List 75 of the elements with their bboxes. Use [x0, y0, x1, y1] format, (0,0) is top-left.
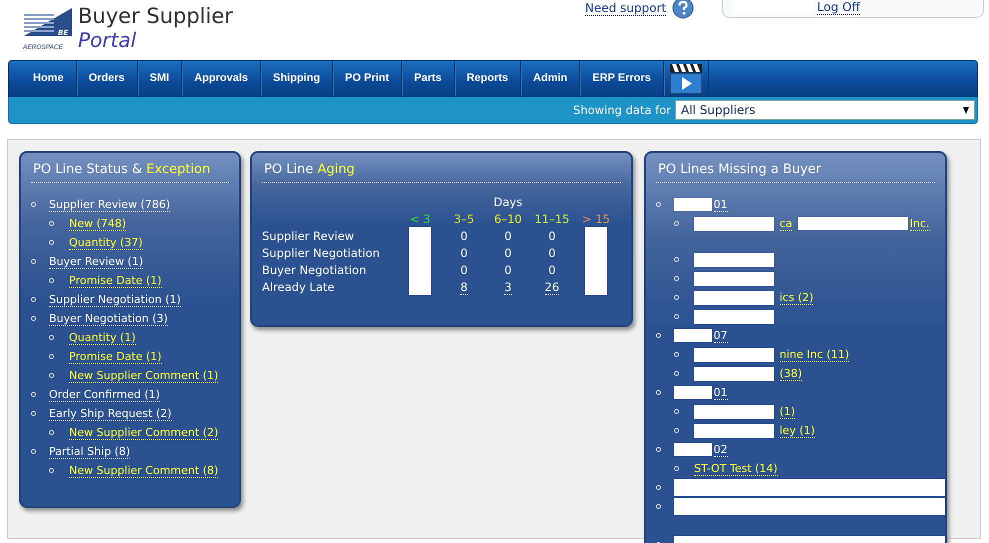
supplier-link[interactable]: ley (1)	[780, 424, 815, 438]
exception-link[interactable]: Quantity (1)	[69, 331, 136, 345]
nav-item[interactable]: SMI	[138, 61, 182, 96]
buyer-link[interactable]: 01	[714, 198, 728, 212]
portal-subtitle: Portal	[78, 28, 138, 52]
exception-link[interactable]: New Supplier Comment (8)	[69, 464, 218, 478]
nav-item[interactable]: PO Print	[333, 61, 402, 96]
buyer-link[interactable]: 07	[714, 329, 728, 343]
nav-item[interactable]: Reports	[454, 61, 522, 96]
clapperboard-icon[interactable]	[670, 64, 702, 94]
redaction-block	[409, 227, 431, 244]
supplier-link[interactable]: (38)	[780, 367, 802, 381]
status-link[interactable]: Early Ship Request (2)	[49, 407, 172, 421]
nav-item[interactable]: Admin	[521, 61, 580, 96]
nav-item[interactable]: Home	[25, 61, 77, 96]
portal-title: Buyer Supplier	[78, 4, 233, 28]
column-header: 3–5	[454, 212, 474, 226]
exception-link[interactable]: New (748)	[69, 217, 126, 231]
status-link[interactable]: Buyer Review (1)	[49, 255, 144, 269]
column-header: > 15	[582, 212, 610, 226]
count-cell: 0	[460, 262, 468, 276]
count-link[interactable]: 8	[460, 280, 468, 294]
count-link[interactable]: 3	[504, 280, 512, 294]
count-link[interactable]: 26	[544, 280, 560, 294]
panel-title: PO Line Aging	[262, 159, 621, 183]
supplier-link[interactable]: Inc.	[910, 217, 930, 231]
nav-item[interactable]: Approvals	[182, 61, 261, 96]
column-header: 6–10	[494, 212, 522, 226]
exception-link[interactable]: New Supplier Comment (2)	[69, 426, 218, 440]
exception-link[interactable]: Promise Date (1)	[69, 274, 162, 288]
supplier-link[interactable]: ca	[780, 217, 792, 231]
status-link[interactable]: Order Confirmed (1)	[49, 388, 160, 402]
column-header: 11–15	[534, 212, 570, 226]
support-link[interactable]: Need support	[585, 0, 666, 16]
supplier-link[interactable]: ics (2)	[780, 291, 814, 305]
supplier-dropdown[interactable]: All Suppliers	[675, 100, 975, 120]
help-icon[interactable]	[672, 0, 694, 19]
exception-link[interactable]: New Supplier Comment (1)	[69, 369, 218, 383]
caret-icon	[963, 106, 969, 114]
panel-title: PO Lines Missing a Buyer	[656, 159, 935, 183]
buyer-link[interactable]: 02	[714, 443, 728, 457]
row-label: Supplier Negotiation	[262, 246, 380, 260]
filter-label: Showing data for	[573, 103, 671, 117]
supplier-link[interactable]: nine Inc (11)	[780, 348, 850, 362]
redaction-block	[409, 278, 431, 295]
status-link[interactable]: Supplier Negotiation (1)	[49, 293, 181, 307]
count-cell: 0	[504, 262, 512, 276]
redaction-block	[585, 278, 607, 295]
count-cell: 0	[548, 246, 556, 260]
row-label: Already Late	[262, 280, 334, 294]
count-cell: 0	[548, 262, 556, 276]
buyer-link[interactable]: 01	[714, 386, 728, 400]
count-cell: 0	[504, 246, 512, 260]
redaction-block	[585, 227, 607, 244]
column-header: < 3	[410, 212, 430, 226]
status-link[interactable]: Partial Ship (8)	[49, 445, 130, 459]
nav-item[interactable]: ERP Errors	[580, 61, 664, 96]
exception-link[interactable]: Promise Date (1)	[69, 350, 162, 364]
count-cell: 0	[460, 246, 468, 260]
supplier-link[interactable]: ST-OT Test (14)	[694, 462, 778, 476]
row-label: Supplier Review	[262, 228, 354, 242]
panel-title: PO Line Status & Exception	[31, 159, 229, 183]
nav-item[interactable]: Parts	[402, 61, 455, 96]
count-cell: 0	[504, 228, 512, 242]
nav-item[interactable]: Shipping	[261, 61, 334, 96]
logoff-link[interactable]: Log Off	[817, 0, 860, 15]
count-cell: 0	[548, 228, 556, 242]
status-link[interactable]: Supplier Review (786)	[49, 198, 170, 212]
status-link[interactable]: Buyer Negotiation (3)	[49, 312, 168, 326]
row-label: Buyer Negotiation	[262, 262, 366, 276]
nav-item[interactable]: Orders	[76, 61, 138, 96]
column-group-header: Days	[494, 194, 522, 208]
exception-link[interactable]: Quantity (37)	[69, 236, 143, 250]
count-cell: 0	[460, 228, 468, 242]
supplier-link[interactable]: (1)	[780, 405, 796, 419]
